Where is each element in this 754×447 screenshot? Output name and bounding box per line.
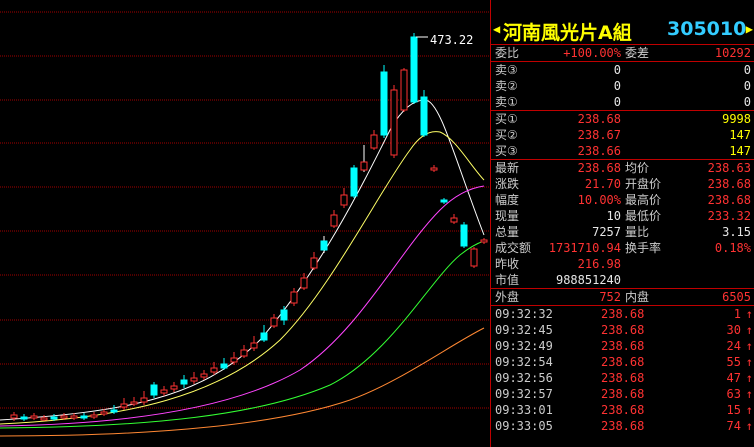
tick-row: 09:32:49 238.68 24 ↑	[495, 339, 753, 353]
moving-average-line	[0, 131, 485, 425]
candle-body	[340, 194, 348, 206]
candle-body	[220, 363, 228, 369]
candle-body	[460, 224, 468, 247]
candle-body	[450, 217, 458, 223]
candle-body	[310, 257, 318, 269]
candle-body	[480, 239, 488, 243]
stat-row: 涨跌 21.70 开盘价 238.68	[495, 177, 751, 191]
stock-header: ◀ 河南風光片A組 305010 ▶	[491, 0, 754, 44]
candle-body	[110, 409, 118, 413]
buy-level-row: 买③ 238.66 147	[495, 144, 751, 158]
candle-body	[370, 134, 378, 149]
tick-row: 09:33:05 238.68 74 ↑	[495, 419, 753, 433]
candle-body	[330, 214, 338, 227]
candle-body	[320, 240, 328, 251]
stat-row: 市值 988851240	[495, 273, 621, 287]
stock-code: 305010	[667, 18, 747, 40]
tick-row: 09:32:54 238.68 55 ↑	[495, 355, 753, 369]
stat-row: 现量 10 最低价 233.32	[495, 209, 751, 223]
candle-body	[90, 414, 98, 418]
candle-body	[40, 417, 48, 421]
sell-level-row: 卖① 0 0	[495, 95, 751, 109]
candle-body	[160, 389, 168, 394]
moving-average-line	[0, 240, 485, 429]
candle-body	[180, 379, 188, 385]
candlestick-chart[interactable]: 473.22	[0, 0, 490, 447]
candle-body	[430, 167, 438, 171]
candle-body	[350, 167, 358, 197]
prev-stock-icon[interactable]: ◀	[493, 22, 500, 36]
stock-name: 河南風光片A組	[503, 22, 632, 44]
high-price-label: 473.22	[430, 33, 473, 47]
candle-body	[190, 377, 198, 382]
buy-level-row: 买① 238.68 9998	[495, 112, 751, 126]
candle-body	[70, 415, 78, 419]
stat-row: 幅度 10.00% 最高价 238.68	[495, 193, 751, 207]
moving-average-line	[0, 185, 485, 427]
candle-body	[80, 415, 88, 419]
candle-body	[390, 89, 398, 156]
next-stock-icon[interactable]: ▶	[746, 22, 753, 36]
candle-body	[420, 96, 428, 136]
tick-row: 09:32:57 238.68 63 ↑	[495, 387, 753, 401]
candle-body	[260, 332, 268, 341]
candle-body	[10, 414, 18, 419]
sell-level-row: 卖③ 0 0	[495, 63, 751, 77]
candle-body	[270, 317, 278, 327]
candle-body	[130, 401, 138, 405]
candle-body	[170, 385, 178, 390]
candle-body	[250, 342, 258, 349]
candle-body	[60, 415, 68, 419]
candle-body	[290, 291, 298, 304]
candle-body	[410, 36, 418, 103]
candle-body	[280, 309, 288, 321]
buy-level-row: 买② 238.67 147	[495, 128, 751, 142]
tick-row: 09:32:32 238.68 1 ↑	[495, 307, 753, 321]
candle-body	[240, 349, 248, 357]
candle-body	[400, 69, 408, 111]
candle-body	[140, 397, 148, 403]
candle-body	[150, 384, 158, 396]
candle-body	[380, 71, 388, 136]
candle-body	[100, 411, 108, 415]
stat-row: 最新 238.68 均价 238.63	[495, 161, 751, 175]
stat-row: 昨收 216.98	[495, 257, 621, 271]
candle-body	[50, 416, 58, 420]
candle-body	[470, 248, 478, 267]
sell-level-row: 卖② 0 0	[495, 79, 751, 93]
candle-body	[300, 277, 308, 289]
stat-row: 总量 7257 量比 3.15	[495, 225, 751, 239]
candle-body	[30, 415, 38, 419]
tick-row: 09:32:56 238.68 47 ↑	[495, 371, 753, 385]
candle-body	[210, 367, 218, 373]
tick-row: 09:32:45 238.68 30 ↑	[495, 323, 753, 337]
candle-body	[200, 373, 208, 378]
stat-row: 成交额 1731710.94 换手率 0.18%	[495, 241, 751, 255]
tick-row: 09:33:01 238.68 15 ↑	[495, 403, 753, 417]
volume-split-row: 外盘 752 内盘 6505	[495, 290, 751, 304]
quote-panel: ◀ 河南風光片A組 305010 ▶ 委比 +100.00% 委差 10292 …	[490, 0, 754, 447]
commission-ratio-row: 委比 +100.00% 委差 10292	[495, 46, 751, 60]
moving-average-line	[0, 327, 485, 437]
candle-body	[230, 357, 238, 363]
candle-body	[20, 416, 28, 420]
candle-body	[120, 403, 128, 408]
candle-body	[440, 199, 448, 203]
candle-body	[360, 161, 368, 171]
